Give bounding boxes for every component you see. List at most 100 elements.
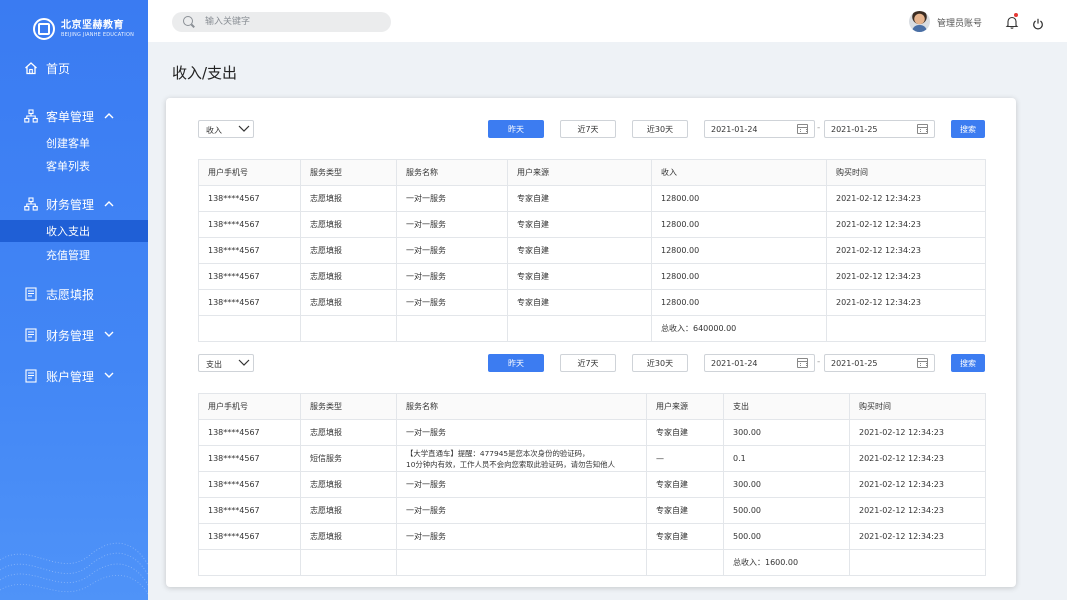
column-header: 用户手机号: [198, 393, 301, 420]
document-icon: [24, 369, 38, 383]
table-cell: 2021-02-12 12:34:23: [849, 445, 986, 472]
table-cell: 0.1: [723, 445, 850, 472]
table-cell: 志愿填报: [300, 523, 397, 550]
table-row: 138****4567 志愿填报 一对一服务 专家自建 12800.00 202…: [198, 211, 986, 238]
bell-icon[interactable]: [1005, 13, 1019, 29]
income-date-from[interactable]: 2021-01-24: [704, 120, 815, 138]
table-cell: 138****4567: [198, 497, 301, 524]
notification-dot: [1014, 13, 1018, 17]
sidebar-item-label: 客单管理: [46, 109, 95, 124]
table-cell: 专家自建: [507, 211, 652, 238]
table-cell: [198, 549, 301, 576]
sidebar-item-volunteer-filling[interactable]: 志愿填报: [0, 282, 148, 306]
table-cell: 2021-02-12 12:34:23: [849, 523, 986, 550]
table-cell: 138****4567: [198, 445, 301, 472]
avatar[interactable]: [909, 11, 930, 32]
column-header: 服务类型: [300, 393, 397, 420]
brand-name-en: BEIJING JIANHE EDUCATION: [61, 31, 135, 38]
sidebar-subitem-label: 客单列表: [46, 160, 90, 173]
sidebar-item-label: 账户管理: [46, 369, 95, 384]
income-date-to[interactable]: 2021-01-25: [824, 120, 935, 138]
document-icon: [24, 287, 38, 301]
page-title: 收入/支出: [172, 64, 238, 82]
expense-date-from[interactable]: 2021-01-24: [704, 354, 815, 372]
table-cell: [300, 549, 397, 576]
income-type-select[interactable]: 收入: [198, 120, 254, 138]
search-box[interactable]: [172, 12, 391, 32]
table-cell: [507, 315, 652, 342]
select-value: 收入: [206, 126, 222, 135]
income-30days-button[interactable]: 近30天: [632, 120, 688, 138]
table-cell: 专家自建: [646, 497, 724, 524]
org-chart-icon: [24, 109, 38, 123]
table-cell: [849, 549, 986, 576]
column-header: 用户来源: [646, 393, 724, 420]
table-cell: [198, 315, 301, 342]
column-header: 购买时间: [826, 159, 986, 186]
expense-30days-button[interactable]: 近30天: [632, 354, 688, 372]
sidebar-item-account-management[interactable]: 账户管理: [0, 364, 148, 388]
table-cell: 一对一服务: [396, 523, 647, 550]
table-row: 138****4567 短信服务 【大学直通车】提醒：477945是您本次身份的…: [198, 445, 986, 472]
calendar-icon: [797, 358, 808, 368]
table-cell: 专家自建: [507, 263, 652, 290]
expense-date-to[interactable]: 2021-01-25: [824, 354, 935, 372]
table-cell: 300.00: [723, 471, 850, 498]
home-icon: [24, 61, 38, 75]
select-value: 支出: [206, 360, 222, 369]
sidebar-item-finance-management[interactable]: 财务管理: [0, 192, 148, 216]
sidebar-item-order-management[interactable]: 客单管理: [0, 104, 148, 128]
table-row: 138****4567 志愿填报 一对一服务 专家自建 12800.00 202…: [198, 237, 986, 264]
table-cell: 志愿填报: [300, 289, 397, 316]
table-cell: 一对一服务: [396, 211, 508, 238]
decorative-wave: [0, 542, 148, 595]
table-cell: 短信服务: [300, 445, 397, 472]
sidebar-item-home[interactable]: 首页: [0, 56, 148, 80]
table-cell: 2021-02-12 12:34:23: [826, 289, 986, 316]
power-icon[interactable]: [1032, 15, 1044, 30]
date-separator: -: [817, 123, 821, 133]
sidebar-subitem-income-expense[interactable]: 收入支出: [0, 220, 148, 242]
table-total-row: 总收入：640000.00: [198, 315, 986, 342]
income-search-button[interactable]: 搜索: [951, 120, 985, 138]
table-cell: 志愿填报: [300, 211, 397, 238]
logo-emblem-icon: [33, 18, 55, 40]
table-cell: [646, 549, 724, 576]
table-cell: 2021-02-12 12:34:23: [849, 419, 986, 446]
expense-total: 总收入：1600.00: [723, 549, 850, 576]
column-header: 支出: [723, 393, 850, 420]
table-cell: 志愿填报: [300, 471, 397, 498]
sidebar-subitem-create-order[interactable]: 创建客单: [0, 132, 148, 154]
sidebar-subitem-order-list[interactable]: 客单列表: [0, 155, 148, 177]
expense-yesterday-button[interactable]: 昨天: [488, 354, 544, 372]
expense-search-button[interactable]: 搜索: [951, 354, 985, 372]
table-cell: 2021-02-12 12:34:23: [826, 185, 986, 212]
sidebar-item-finance-management-2[interactable]: 财务管理: [0, 323, 148, 347]
table-cell: —: [646, 445, 724, 472]
table-cell: 【大学直通车】提醒：477945是您本次身份的验证码， 10分钟内有效，工作人员…: [396, 445, 647, 472]
date-value: 2021-01-24: [711, 125, 758, 134]
table-header-row: 用户手机号 服务类型 服务名称 用户来源 支出 购买时间: [198, 393, 986, 420]
expense-7days-button[interactable]: 近7天: [560, 354, 616, 372]
date-value: 2021-01-25: [831, 125, 878, 134]
table-cell: 12800.00: [651, 185, 827, 212]
table-cell: 12800.00: [651, 289, 827, 316]
search-input[interactable]: [205, 15, 375, 29]
table-cell: 12800.00: [651, 263, 827, 290]
table-cell: 专家自建: [646, 471, 724, 498]
table-cell: 2021-02-12 12:34:23: [849, 471, 986, 498]
account-name[interactable]: 管理员账号: [937, 16, 982, 29]
brand-logo: 北京坚赫教育 BEIJING JIANHE EDUCATION: [33, 18, 134, 40]
income-yesterday-button[interactable]: 昨天: [488, 120, 544, 138]
table-cell: 138****4567: [198, 471, 301, 498]
expense-type-select[interactable]: 支出: [198, 354, 254, 372]
table-cell: 志愿填报: [300, 419, 397, 446]
income-7days-button[interactable]: 近7天: [560, 120, 616, 138]
column-header: 收入: [651, 159, 827, 186]
brand-name: 北京坚赫教育: [61, 19, 124, 31]
sidebar-subitem-recharge[interactable]: 充值管理: [0, 244, 148, 266]
table-cell: 12800.00: [651, 237, 827, 264]
chevron-up-icon: [104, 111, 114, 122]
table-cell: 专家自建: [507, 237, 652, 264]
calendar-icon: [917, 124, 928, 134]
